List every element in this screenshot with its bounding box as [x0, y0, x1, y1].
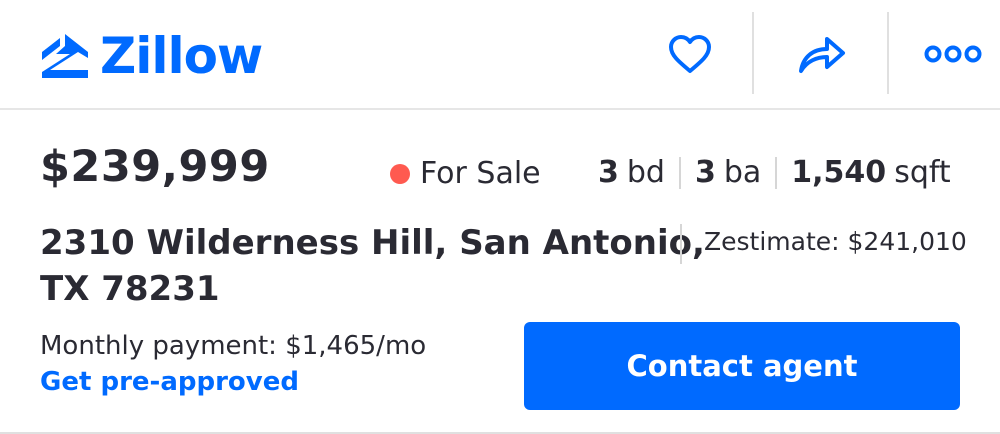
- sqft-value: 1,540: [791, 155, 887, 190]
- baths-unit: ba: [723, 155, 762, 190]
- address-line-2: TX 78231: [40, 269, 220, 309]
- brand-name: Zillow: [100, 27, 263, 85]
- listing-status: For Sale: [390, 156, 541, 191]
- more-dots-icon: [924, 45, 982, 63]
- home-facts: 3 bd 3 ba 1,540 sqft: [598, 155, 951, 190]
- top-bar: Zillow: [0, 0, 1000, 110]
- fact-divider: [678, 156, 681, 189]
- status-dot-icon: [390, 163, 410, 184]
- status-label: For Sale: [420, 156, 541, 191]
- share-arrow-icon: [799, 37, 845, 73]
- monthly-payment: Monthly payment: $1,465/mo: [40, 331, 427, 361]
- address-line-1: 2310 Wilderness Hill, San Antonio,: [40, 223, 705, 263]
- listing-address: 2310 Wilderness Hill, San Antonio, TX 78…: [40, 220, 705, 312]
- heart-icon: [669, 35, 711, 73]
- baths-fact: 3 ba: [695, 155, 761, 190]
- zillow-house-icon: [42, 34, 88, 78]
- beds-unit: bd: [626, 155, 665, 190]
- fact-divider: [775, 156, 778, 189]
- more-options-button[interactable]: [913, 20, 993, 88]
- listing-price: $239,999: [40, 142, 270, 192]
- beds-fact: 3 bd: [598, 155, 665, 190]
- header-divider: [752, 12, 754, 94]
- header-divider: [887, 12, 889, 94]
- zestimate-divider: [680, 224, 682, 264]
- zestimate: Zestimate: $241,010: [704, 227, 967, 256]
- get-pre-approved-link[interactable]: Get pre-approved: [40, 367, 299, 397]
- beds-value: 3: [598, 155, 619, 190]
- save-button[interactable]: [650, 20, 730, 88]
- baths-value: 3: [694, 155, 716, 190]
- zillow-logo[interactable]: Zillow: [40, 27, 263, 85]
- contact-agent-button[interactable]: Contact agent: [524, 322, 960, 410]
- sqft-fact: 1,540 sqft: [791, 155, 950, 190]
- share-button[interactable]: [782, 20, 862, 88]
- sqft-unit: sqft: [894, 155, 951, 190]
